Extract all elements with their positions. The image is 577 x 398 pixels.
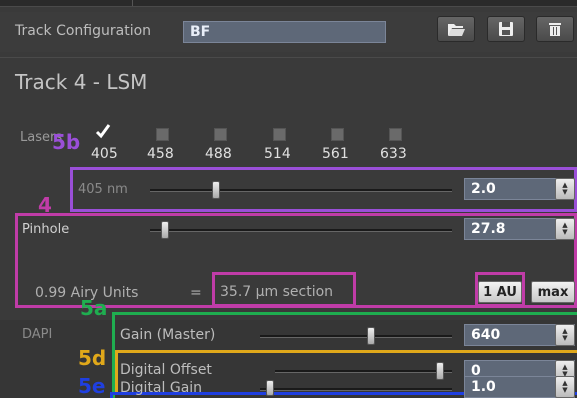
pinhole-spinner[interactable]: ▲ ▼ xyxy=(555,218,575,240)
annotation-line-5e-vertical xyxy=(110,392,113,398)
wavelength-label: 488 xyxy=(205,146,232,162)
digital-offset-slider-thumb[interactable] xyxy=(435,362,444,380)
divider xyxy=(0,57,577,58)
annotation-5e: 5e xyxy=(78,374,106,398)
gain-master-slider-track[interactable] xyxy=(260,335,452,338)
annotation-line-5d-vertical xyxy=(115,350,118,392)
digital-gain-slider-thumb[interactable] xyxy=(265,380,274,396)
annotation-5a: 5a xyxy=(80,296,108,320)
track-title: Track 4 - LSM xyxy=(15,70,148,94)
wavelength-label: 514 xyxy=(264,146,291,162)
pinhole-label: Pinhole xyxy=(22,222,70,237)
laser-power-spinner[interactable]: ▲ ▼ xyxy=(555,178,575,200)
digital-offset-slider-track[interactable] xyxy=(275,370,452,373)
digital-gain-label: Digital Gain xyxy=(120,380,203,396)
annotation-5b: 5b xyxy=(52,130,81,154)
digital-gain-slider-track[interactable] xyxy=(260,388,452,391)
wavelength-label: 405 xyxy=(91,146,118,162)
checkmark-icon xyxy=(95,124,111,139)
wavelength-label: 633 xyxy=(380,146,407,162)
top-strip xyxy=(0,0,577,7)
equals-sign: = xyxy=(190,285,202,301)
floppy-disk-icon xyxy=(499,22,513,36)
wavelength-label: 561 xyxy=(322,146,349,162)
annotation-line-5d xyxy=(115,350,577,353)
laser-405-checkbox[interactable] xyxy=(95,124,111,141)
annotation-5d: 5d xyxy=(78,346,107,370)
gain-master-slider-thumb[interactable] xyxy=(367,327,376,345)
one-airy-unit-button[interactable]: 1 AU xyxy=(478,281,522,303)
laser-488-checkbox[interactable] xyxy=(214,128,227,141)
dapi-label: DAPI xyxy=(22,327,53,342)
laser-power-slider-thumb[interactable] xyxy=(212,181,221,199)
laser-power-slider-track[interactable] xyxy=(150,189,452,192)
digital-gain-spinner[interactable]: ▲ ▼ xyxy=(555,376,575,398)
wavelength-label: 458 xyxy=(147,146,174,162)
laser-514-checkbox[interactable] xyxy=(273,128,286,141)
folder-open-icon xyxy=(448,24,465,36)
pinhole-slider-track[interactable] xyxy=(150,229,452,232)
pinhole-slider-thumb[interactable] xyxy=(161,221,170,239)
trash-icon xyxy=(549,23,561,36)
track-configuration-field[interactable]: BF xyxy=(183,21,386,43)
section-thickness-text: 35.7 µm section xyxy=(220,284,334,300)
gain-master-spinner[interactable]: ▲ ▼ xyxy=(555,324,575,346)
annotation-line-5a xyxy=(112,312,577,315)
digital-offset-label: Digital Offset xyxy=(120,362,212,378)
laser-458-checkbox[interactable] xyxy=(156,128,169,141)
laser-561-checkbox[interactable] xyxy=(331,128,344,141)
track-configuration-label: Track Configuration xyxy=(15,23,152,39)
max-pinhole-button[interactable]: max xyxy=(531,281,575,303)
laser-power-label: 405 nm xyxy=(78,182,128,197)
gain-master-label: Gain (Master) xyxy=(120,327,216,343)
open-config-button[interactable] xyxy=(437,16,475,42)
delete-config-button[interactable] xyxy=(536,16,574,42)
save-config-button[interactable] xyxy=(487,16,525,42)
laser-633-checkbox[interactable] xyxy=(389,128,402,141)
